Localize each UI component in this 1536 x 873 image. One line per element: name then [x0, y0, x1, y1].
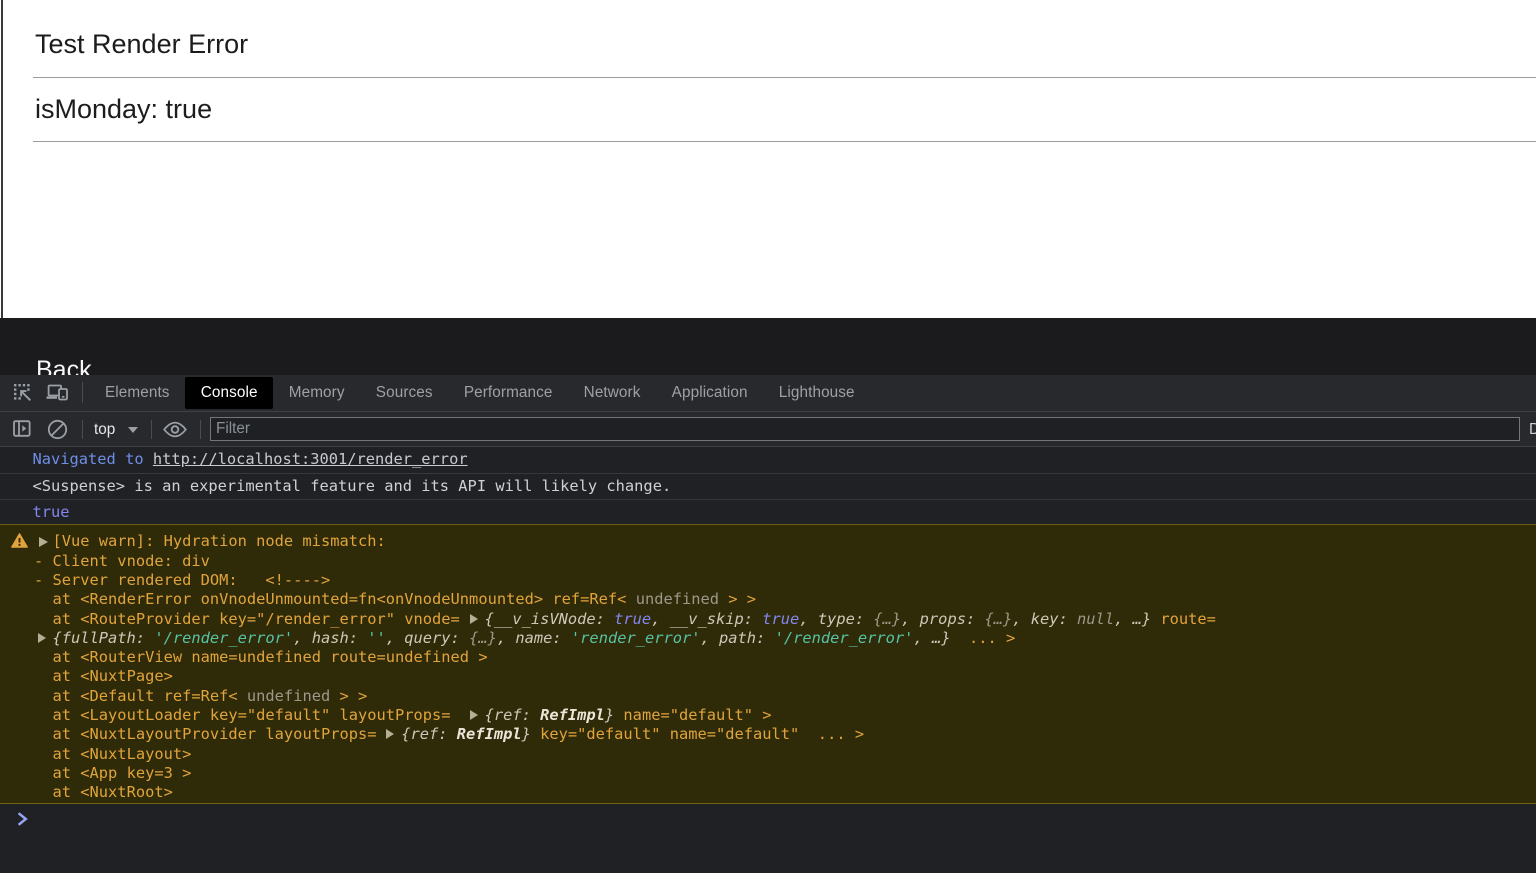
expand-triangle-icon[interactable]	[386, 729, 394, 739]
expand-triangle-icon[interactable]	[470, 614, 478, 624]
status-line: isMonday: true	[35, 96, 212, 123]
back-link[interactable]: Back	[36, 355, 92, 375]
console-toolbar: top De	[0, 412, 1536, 448]
console-messages: Navigated to http://localhost:3001/rende…	[0, 447, 1536, 873]
warning-line: at <NuxtPage>	[34, 667, 1536, 686]
chevron-down-icon[interactable]	[128, 427, 138, 433]
warning-line: at <NuxtLayoutProvider layoutProps= {ref…	[34, 725, 1536, 744]
warning-line: at <NuxtLayout>	[34, 745, 1536, 764]
clear-console-icon[interactable]	[47, 419, 68, 440]
page-footer-band: Back	[0, 318, 1536, 375]
toolbar-separator	[151, 420, 152, 439]
context-selector[interactable]: top	[94, 420, 115, 439]
navigation-prefix: Navigated to	[33, 450, 144, 468]
divider	[33, 77, 1536, 78]
inspect-element-icon[interactable]	[13, 383, 32, 402]
warning-line: at <RouterView name=undefined route=unde…	[34, 648, 1536, 667]
warning-line: at <Default ref=Ref< undefined > >	[34, 687, 1536, 706]
page-title: Test Render Error	[35, 31, 248, 58]
tab-sources[interactable]: Sources	[360, 375, 448, 411]
tab-application[interactable]: Application	[656, 375, 763, 411]
toggle-device-toolbar-icon[interactable]	[46, 384, 69, 402]
screenshot-root: { "page": { "heading": "Test Render Erro…	[0, 0, 1536, 873]
warning-line: [Vue warn]: Hydration node mismatch:	[34, 532, 1536, 551]
devtools-tabs: ElementsConsoleMemorySourcesPerformanceN…	[89, 375, 870, 411]
tab-elements[interactable]: Elements	[89, 375, 185, 411]
console-prompt[interactable]	[0, 808, 1536, 832]
console-message-info: <Suspense> is an experimental feature an…	[0, 474, 1536, 501]
divider	[33, 141, 1536, 142]
warning-line: at <RouteProvider key="/render_error" vn…	[34, 610, 1536, 629]
warning-line: at <LayoutLoader key="default" layoutPro…	[34, 706, 1536, 725]
console-prompt-chevron-icon	[16, 810, 29, 828]
filter-input[interactable]	[210, 417, 1520, 441]
tab-console[interactable]: Console	[185, 377, 273, 409]
warning-line: at <RenderError onVnodeUnmounted=fn<onVn…	[34, 590, 1536, 609]
log-levels-dropdown[interactable]: De	[1529, 420, 1536, 439]
warning-line: - Client vnode: div	[34, 552, 1536, 571]
expand-triangle-icon[interactable]	[470, 710, 478, 720]
warning-line: {fullPath: '/render_error', hash: '', qu…	[34, 629, 1536, 648]
devtools-tabbar: ElementsConsoleMemorySourcesPerformanceN…	[0, 375, 1536, 412]
toolbar-separator	[82, 382, 83, 403]
devtools-panel: ElementsConsoleMemorySourcesPerformanceN…	[0, 375, 1536, 873]
expand-triangle-icon[interactable]	[38, 633, 46, 643]
tab-network[interactable]: Network	[568, 375, 656, 411]
toolbar-separator	[200, 420, 201, 439]
toolbar-separator	[82, 420, 83, 439]
live-expression-eye-icon[interactable]	[163, 421, 187, 438]
warning-line: at <NuxtRoot>	[34, 783, 1536, 802]
warning-triangle-icon	[11, 533, 28, 548]
tab-memory[interactable]: Memory	[273, 375, 360, 411]
warning-text: [Vue warn]: Hydration node mismatch:- Cl…	[34, 532, 1536, 802]
console-message-navigation: Navigated to http://localhost:3001/rende…	[0, 447, 1536, 474]
navigated-url-link[interactable]: http://localhost:3001/render_error	[153, 450, 468, 468]
warning-line: - Server rendered DOM: <!---->	[34, 571, 1536, 590]
page-content: Test Render Error isMonday: true	[0, 0, 1536, 318]
window-left-border	[1, 0, 3, 318]
warning-line: at <App key=3 >	[34, 764, 1536, 783]
console-message-result: true	[0, 500, 1536, 524]
console-sidebar-icon[interactable]	[13, 420, 31, 438]
tab-lighthouse[interactable]: Lighthouse	[763, 375, 870, 411]
tab-performance[interactable]: Performance	[448, 375, 568, 411]
console-warning-message: [Vue warn]: Hydration node mismatch:- Cl…	[0, 524, 1536, 804]
expand-triangle-icon[interactable]	[39, 537, 48, 547]
